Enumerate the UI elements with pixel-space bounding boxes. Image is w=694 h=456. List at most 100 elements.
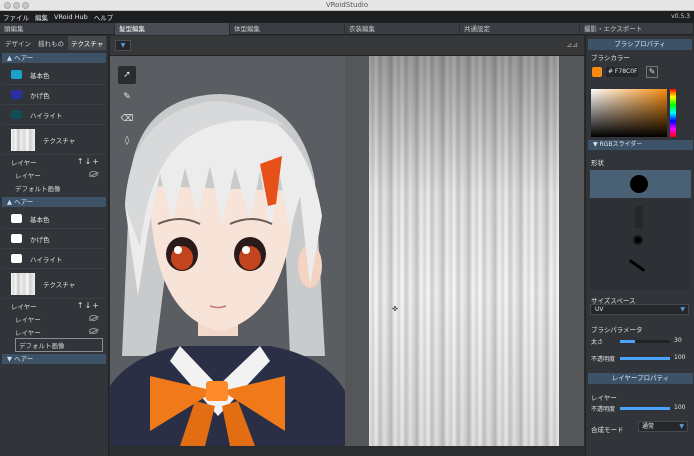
brush-color-swatch[interactable] [592, 67, 602, 77]
layer-controls[interactable]: ↑↓+ [77, 301, 100, 310]
texture-row[interactable]: テクスチャ [2, 125, 106, 155]
viewport-toolbar: ▼ ⊿⊿ [110, 36, 584, 56]
layer-name: デフォルト画像 [15, 337, 103, 352]
blend-mode-label: 合成モード [591, 426, 624, 434]
menubar: ファイル 編集 VRoid Hub ヘルプ v0.5.3 [0, 11, 694, 23]
color-swatch[interactable] [11, 214, 22, 223]
hue-slider[interactable] [670, 89, 676, 137]
subtab-design[interactable]: デザイン [2, 36, 34, 50]
eyedropper-icon[interactable]: ✎ [646, 66, 658, 78]
thickness-slider[interactable] [620, 340, 670, 343]
section-header[interactable]: ▲ ヘアー [2, 197, 106, 207]
texture-row[interactable]: テクスチャ [2, 269, 106, 299]
size-space-dropdown[interactable]: UV ▼ [590, 304, 689, 315]
layer-header: レイヤー ↑↓+ [2, 299, 106, 312]
edit-mode-tabs: 頭編集 髪型編集 体型編集 衣装編集 共通設定 撮影・エクスポート [0, 23, 694, 35]
section-header[interactable]: ▼ ヘアー [2, 354, 106, 364]
section-title: ヘアー [14, 355, 34, 363]
color-row-highlight[interactable]: ハイライト [2, 249, 106, 269]
opacity-slider[interactable] [620, 357, 670, 360]
visibility-icon[interactable] [89, 171, 98, 177]
layer-item[interactable]: レイヤー [2, 325, 106, 338]
color-swatch[interactable] [11, 110, 22, 119]
menu-help[interactable]: ヘルプ [94, 12, 114, 22]
layer-controls[interactable]: ↑↓+ [77, 157, 100, 166]
color-row-shadow[interactable]: かげ色 [2, 229, 106, 249]
character-model [110, 56, 345, 446]
texture-canvas-shade [369, 56, 559, 446]
brush-flat-icon[interactable] [635, 206, 643, 228]
hex-color-field[interactable]: # F78C0F [606, 67, 638, 77]
blend-mode-dropdown[interactable]: 通常 ▼ [638, 421, 688, 432]
color-swatch[interactable] [11, 254, 22, 263]
color-label: かげ色 [30, 235, 50, 244]
subtab-texture[interactable]: テクスチャ [68, 36, 107, 50]
paint-tools: ➚ ✎ ⌫ ◊ [118, 66, 140, 160]
tab-export[interactable]: 撮影・エクスポート [580, 23, 694, 35]
brush-line-icon[interactable] [628, 259, 646, 272]
right-panel: ブラシプロパティ ブラシカラー # F78C0F ✎ ▼ RGBスライダー 形状… [585, 36, 694, 456]
tab-hair-edit[interactable]: 髪型編集 [115, 23, 230, 35]
brush-params-label: ブラシパラメータ [591, 326, 643, 334]
color-row-base[interactable]: 基本色 [2, 209, 106, 229]
subtab-sway[interactable]: 揺れもの [35, 36, 67, 50]
layer-item[interactable]: レイヤー [2, 312, 106, 325]
menu-edit[interactable]: 編集 [35, 12, 48, 22]
visibility-icon[interactable] [89, 315, 98, 321]
eraser-tool-icon[interactable]: ⌫ [118, 110, 136, 128]
left-subtabs: デザイン 揺れもの テクスチャ [0, 36, 108, 50]
color-picker-field[interactable] [591, 89, 667, 137]
color-row-shadow[interactable]: かげ色 [2, 85, 106, 105]
slider-value: 30 [674, 337, 682, 344]
character-viewport[interactable] [110, 56, 345, 446]
layer-opacity-slider[interactable] [620, 407, 670, 410]
brush-hard-round-icon[interactable] [630, 175, 648, 193]
slider-fill [620, 357, 670, 360]
section-header[interactable]: ▲ ヘアー [2, 53, 106, 63]
tab-common-settings[interactable]: 共通設定 [460, 23, 580, 35]
layer-item-default[interactable]: デフォルト画像 [2, 337, 106, 352]
menu-vroid-hub[interactable]: VRoid Hub [54, 13, 88, 21]
window-title: VRoidStudio [325, 1, 369, 9]
color-label: ハイライト [30, 111, 63, 120]
layer-label: レイヤー [591, 394, 617, 402]
visibility-icon[interactable] [89, 328, 98, 334]
color-swatch[interactable] [11, 70, 22, 79]
opacity-slider-row: 不透明度 100 [591, 353, 691, 363]
color-swatch[interactable] [11, 234, 22, 243]
color-swatch[interactable] [11, 90, 22, 99]
slider-name: 太さ [591, 339, 604, 346]
select-tool-icon[interactable]: ➚ [118, 66, 136, 84]
version-label: v0.5.3 [671, 13, 690, 20]
tab-face-edit[interactable]: 頭編集 [0, 23, 115, 35]
color-row-highlight[interactable]: ハイライト [2, 105, 106, 125]
layer-name: レイヤー [15, 328, 41, 337]
color-row-base[interactable]: 基本色 [2, 65, 106, 85]
fill-tool-icon[interactable]: ◊ [118, 132, 136, 150]
texture-thumbnail[interactable] [11, 272, 35, 295]
mirror-icon[interactable]: ⊿⊿ [566, 41, 578, 49]
layer-item[interactable]: レイヤー [2, 168, 106, 181]
layer-item-default[interactable]: デフォルト画像 [2, 181, 106, 194]
brush-properties-header: ブラシプロパティ [588, 39, 692, 50]
color-label: 基本色 [30, 215, 50, 224]
layer-name: デフォルト画像 [15, 184, 61, 193]
view-dropdown[interactable]: ▼ [115, 40, 131, 51]
menu-file[interactable]: ファイル [3, 12, 29, 22]
layer-name: レイヤー [15, 315, 41, 324]
pen-tool-icon[interactable]: ✎ [118, 88, 136, 106]
chevron-down-icon: ▼ [680, 306, 685, 313]
layer-properties-header: レイヤープロパティ [588, 373, 693, 384]
tab-outfit-edit[interactable]: 衣装編集 [345, 23, 460, 35]
size-space-value: UV [595, 306, 604, 313]
thickness-slider-row: 太さ 30 [591, 336, 691, 346]
layer-name: レイヤー [15, 171, 41, 180]
chevron-down-icon: ▼ [679, 423, 684, 430]
shape-label: 形状 [591, 159, 604, 167]
texture-thumbnail[interactable] [11, 128, 35, 151]
section-title: ヘアー [14, 198, 34, 206]
brush-soft-round-icon[interactable] [632, 234, 644, 246]
mouse-cursor-icon: ✜ [392, 305, 398, 313]
rgb-slider-header[interactable]: ▼ RGBスライダー [588, 140, 693, 150]
tab-body-edit[interactable]: 体型編集 [230, 23, 345, 35]
